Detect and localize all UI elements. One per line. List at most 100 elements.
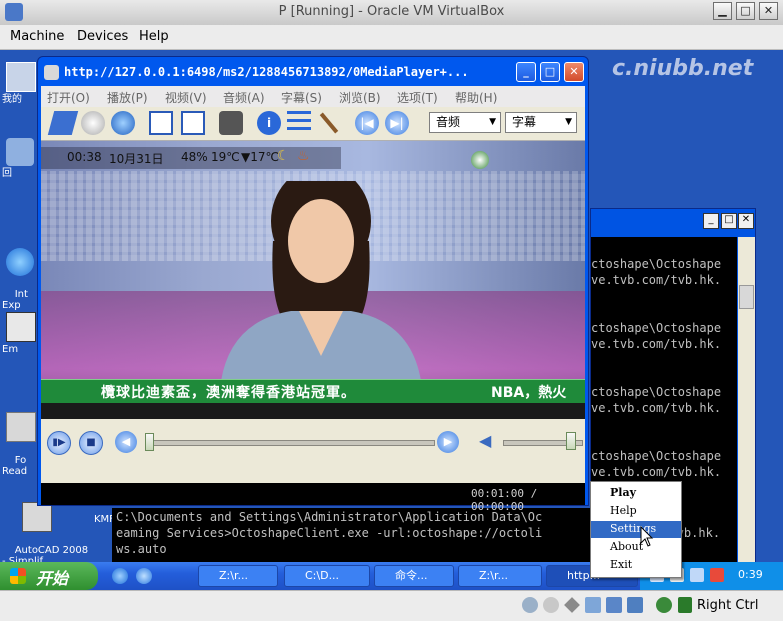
- audio-track-dropdown[interactable]: 音频 ▼: [429, 112, 501, 133]
- player-close-button[interactable]: ✕: [564, 62, 584, 82]
- media-player-window[interactable]: http://127.0.0.1:6498/ms2/1288456713892/…: [37, 56, 589, 513]
- quick-launch-ie-icon[interactable]: [112, 568, 128, 584]
- cmd-line: ws.auto: [116, 542, 167, 556]
- seek-bar[interactable]: [145, 440, 435, 446]
- taskbar-item[interactable]: Z:\r...: [198, 565, 278, 587]
- play-pause-button[interactable]: ▮▶: [47, 431, 71, 455]
- cd-status-icon[interactable]: [543, 597, 559, 613]
- tray-shield-icon[interactable]: [710, 568, 724, 582]
- desktop-icon-my-computer[interactable]: 我的: [2, 62, 38, 105]
- console-line: ctoshape\Octoshape: [591, 321, 722, 335]
- subtitle-track-dropdown[interactable]: 字幕 ▼: [505, 112, 577, 133]
- clock: 0:39: [738, 568, 763, 581]
- settings-tools-icon[interactable]: [317, 111, 341, 135]
- menu-item-settings[interactable]: Settings: [591, 521, 681, 538]
- player-title: http://127.0.0.1:6498/ms2/1288456713892/…: [64, 65, 469, 79]
- console-minimize-button[interactable]: _: [703, 213, 719, 229]
- hdd-status-icon[interactable]: [522, 597, 538, 613]
- taskbar-item[interactable]: Z:\r...: [458, 565, 542, 587]
- console-line: ctoshape\Octoshape: [591, 385, 722, 399]
- tray-display-icon[interactable]: [690, 568, 704, 582]
- desktop-icon-email[interactable]: Em: [2, 312, 38, 355]
- forward-button[interactable]: ▶: [437, 431, 459, 453]
- desktop-icon-internet-explorer[interactable]: Int Exp: [2, 226, 38, 322]
- host-statusbar: Right Ctrl: [0, 590, 783, 621]
- fullscreen-icon[interactable]: [181, 111, 205, 135]
- menu-help[interactable]: 帮助(H): [455, 89, 497, 106]
- console-close-button[interactable]: ✕: [738, 213, 754, 229]
- menu-open[interactable]: 打开(O): [47, 89, 90, 106]
- menu-item-help[interactable]: Help: [591, 503, 681, 520]
- desktop-icon-recycle-bin[interactable]: 回: [2, 138, 38, 179]
- menu-help[interactable]: Help: [139, 29, 169, 44]
- usb-status-icon[interactable]: [564, 597, 580, 613]
- volume-icon[interactable]: ◀: [479, 431, 497, 453]
- previous-icon[interactable]: |◀: [355, 111, 379, 135]
- reader-icon: [6, 412, 36, 442]
- quick-launch-browser-icon[interactable]: [136, 568, 152, 584]
- open-file-icon[interactable]: [47, 111, 79, 135]
- video-area[interactable]: 00:38 10月31日 48% 19℃ ▼17℃ ☾ ♨ 欖球比迪素盃，澳洲奪…: [41, 141, 585, 419]
- my-computer-icon: [6, 62, 36, 92]
- autocad-icon: [22, 502, 52, 532]
- host-menubar: Machine Devices Help: [0, 25, 783, 50]
- email-icon: [6, 312, 36, 342]
- playlist-icon[interactable]: [287, 111, 311, 135]
- mouse-cursor-icon: [640, 526, 654, 547]
- osd-temp-high: 19℃: [211, 150, 240, 164]
- seek-thumb[interactable]: [145, 433, 154, 451]
- console-scrollbar[interactable]: [738, 237, 755, 565]
- close-button[interactable]: ✕: [759, 2, 778, 20]
- moon-icon: ☾: [277, 148, 290, 164]
- maximize-button[interactable]: □: [736, 2, 755, 20]
- menu-browse[interactable]: 浏览(B): [339, 89, 381, 106]
- menu-audio[interactable]: 音频(A): [223, 89, 265, 106]
- taskbar-item[interactable]: C:\D...: [284, 565, 370, 587]
- info-icon[interactable]: i: [257, 111, 281, 135]
- taskbar-item[interactable]: 命令...: [374, 565, 454, 587]
- menu-item-about[interactable]: About: [591, 539, 681, 556]
- console-maximize-button[interactable]: □: [721, 213, 737, 229]
- rewind-button[interactable]: ◀: [115, 431, 137, 453]
- recycle-bin-icon: [6, 138, 34, 166]
- next-icon[interactable]: ▶|: [385, 111, 409, 135]
- snapshot-icon[interactable]: [219, 111, 243, 135]
- cmd-line: eaming Services>OctoshapeClient.exe -url…: [116, 526, 543, 540]
- start-button[interactable]: 开始: [0, 562, 98, 590]
- menu-item-play[interactable]: Play: [591, 485, 681, 502]
- menu-machine[interactable]: Machine: [10, 29, 64, 44]
- osd-humidity: 48%: [181, 150, 208, 164]
- channel-logo-icon: [471, 151, 489, 169]
- console-line: ve.tvb.com/tvb.hk.: [591, 401, 722, 415]
- osd-temp-low: ▼17℃: [241, 150, 279, 164]
- menu-options[interactable]: 选项(T): [397, 89, 438, 106]
- display-status-icon[interactable]: [627, 597, 643, 613]
- menu-devices[interactable]: Devices: [77, 29, 128, 44]
- menu-subtitle[interactable]: 字幕(S): [281, 89, 322, 106]
- menu-play[interactable]: 播放(P): [107, 89, 148, 106]
- shared-folder-status-icon[interactable]: [606, 597, 622, 613]
- video-letterbox: [41, 403, 585, 419]
- console-line: ve.tvb.com/tvb.hk.: [591, 465, 722, 479]
- player-minimize-button[interactable]: _: [516, 62, 536, 82]
- open-disc-icon[interactable]: [81, 111, 105, 135]
- console-line: ve.tvb.com/tvb.hk.: [591, 273, 722, 287]
- player-maximize-button[interactable]: □: [540, 62, 560, 82]
- mouse-integration-icon[interactable]: [656, 597, 672, 613]
- menu-item-exit[interactable]: Exit: [591, 557, 681, 574]
- chevron-down-icon: ▼: [565, 117, 572, 127]
- minimize-button[interactable]: ▁: [713, 2, 732, 20]
- host-titlebar: P [Running] - Oracle VM VirtualBox ▁ □ ✕: [0, 0, 783, 26]
- desktop-icon-reader[interactable]: Fo Read: [2, 390, 38, 488]
- news-presenter: [221, 181, 421, 381]
- open-url-icon[interactable]: [111, 111, 135, 135]
- scrollbar-thumb[interactable]: [739, 285, 754, 309]
- menu-video[interactable]: 视频(V): [165, 89, 207, 106]
- window-mode-icon[interactable]: [149, 111, 173, 135]
- stop-button[interactable]: ■: [79, 431, 103, 455]
- osd-date: 10月31日: [109, 152, 164, 166]
- network-status-icon[interactable]: [585, 597, 601, 613]
- console-line: ctoshape\Octoshape: [591, 257, 722, 271]
- volume-thumb[interactable]: [565, 432, 576, 450]
- host-key-icon[interactable]: [678, 597, 692, 613]
